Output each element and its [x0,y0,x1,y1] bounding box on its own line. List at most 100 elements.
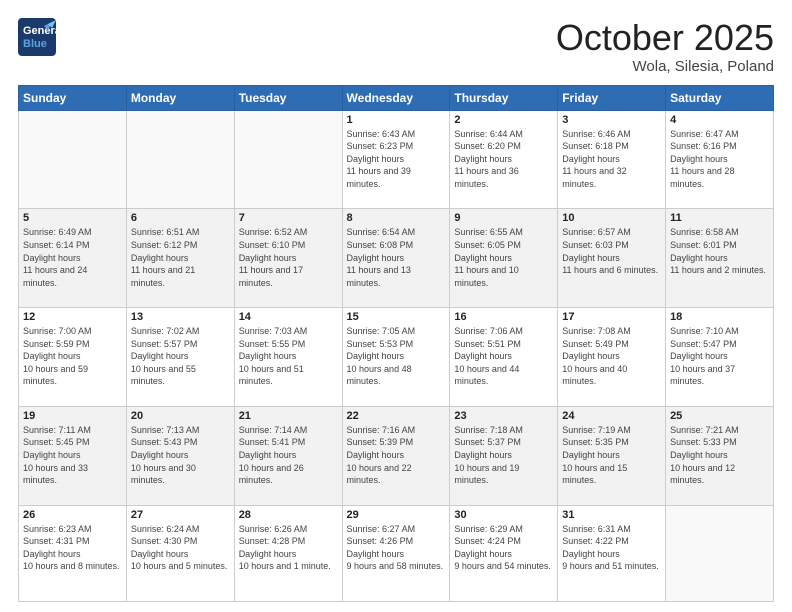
cell-info: Sunrise: 7:19 AMSunset: 5:35 PMDaylight … [562,424,661,487]
calendar-header-row: Sunday Monday Tuesday Wednesday Thursday… [19,85,774,110]
table-row: 14 Sunrise: 7:03 AMSunset: 5:55 PMDayligh… [234,308,342,407]
cell-info: Sunrise: 7:21 AMSunset: 5:33 PMDaylight … [670,424,769,487]
cell-info: Sunrise: 6:27 AMSunset: 4:26 PMDaylight … [347,523,446,573]
title-section: October 2025 Wola, Silesia, Poland [556,18,774,75]
calendar-week-row: 5 Sunrise: 6:49 AMSunset: 6:14 PMDaylight… [19,209,774,308]
cell-day-number: 7 [239,212,338,224]
table-row: 16 Sunrise: 7:06 AMSunset: 5:51 PMDayligh… [450,308,558,407]
cell-info: Sunrise: 7:18 AMSunset: 5:37 PMDaylight … [454,424,553,487]
cell-info: Sunrise: 6:51 AMSunset: 6:12 PMDaylight … [131,226,230,289]
col-wednesday: Wednesday [342,85,450,110]
cell-day-number: 22 [347,410,446,422]
cell-info: Sunrise: 6:52 AMSunset: 6:10 PMDaylight … [239,226,338,289]
cell-day-number: 31 [562,509,661,521]
table-row: 4 Sunrise: 6:47 AMSunset: 6:16 PMDaylight… [666,110,774,209]
cell-day-number: 10 [562,212,661,224]
cell-info: Sunrise: 7:02 AMSunset: 5:57 PMDaylight … [131,325,230,388]
cell-info: Sunrise: 7:10 AMSunset: 5:47 PMDaylight … [670,325,769,388]
table-row: 10 Sunrise: 6:57 AMSunset: 6:03 PMDayligh… [558,209,666,308]
cell-info: Sunrise: 7:06 AMSunset: 5:51 PMDaylight … [454,325,553,388]
table-row: 27 Sunrise: 6:24 AMSunset: 4:30 PMDayligh… [126,505,234,601]
cell-info: Sunrise: 7:11 AMSunset: 5:45 PMDaylight … [23,424,122,487]
cell-day-number: 28 [239,509,338,521]
table-row [19,110,127,209]
cell-info: Sunrise: 6:49 AMSunset: 6:14 PMDaylight … [23,226,122,289]
table-row: 21Sunrise: 7:14 AMSunset: 5:41 PMDayligh… [234,406,342,505]
cell-info: Sunrise: 6:23 AMSunset: 4:31 PMDaylight … [23,523,122,573]
calendar-week-row: 26Sunrise: 6:23 AMSunset: 4:31 PMDayligh… [19,505,774,601]
cell-info: Sunrise: 7:08 AMSunset: 5:49 PMDaylight … [562,325,661,388]
col-sunday: Sunday [19,85,127,110]
col-saturday: Saturday [666,85,774,110]
cell-day-number: 12 [23,311,122,323]
table-row: 11 Sunrise: 6:58 AMSunset: 6:01 PMDayligh… [666,209,774,308]
cell-day-number: 2 [454,114,553,126]
calendar-week-row: 1Sunrise: 6:43 AMSunset: 6:23 PMDaylight… [19,110,774,209]
table-row: 3 Sunrise: 6:46 AMSunset: 6:18 PMDaylight… [558,110,666,209]
cell-day-number: 18 [670,311,769,323]
header: General Blue October 2025 Wola, Silesia,… [18,18,774,75]
cell-info: Sunrise: 6:54 AMSunset: 6:08 PMDaylight … [347,226,446,289]
table-row: 20Sunrise: 7:13 AMSunset: 5:43 PMDayligh… [126,406,234,505]
col-monday: Monday [126,85,234,110]
cell-info: Sunrise: 6:57 AMSunset: 6:03 PMDaylight … [562,226,661,276]
cell-day-number: 24 [562,410,661,422]
col-thursday: Thursday [450,85,558,110]
table-row: 29 Sunrise: 6:27 AMSunset: 4:26 PMDayligh… [342,505,450,601]
table-row: 8Sunrise: 6:54 AMSunset: 6:08 PMDaylight… [342,209,450,308]
cell-day-number: 19 [23,410,122,422]
cell-info: Sunrise: 6:46 AMSunset: 6:18 PMDaylight … [562,128,661,191]
cell-info: Sunrise: 7:16 AMSunset: 5:39 PMDaylight … [347,424,446,487]
table-row: 18 Sunrise: 7:10 AMSunset: 5:47 PMDayligh… [666,308,774,407]
logo: General Blue [18,18,60,61]
cell-info: Sunrise: 6:29 AMSunset: 4:24 PMDaylight … [454,523,553,573]
cell-day-number: 14 [239,311,338,323]
table-row: 19 Sunrise: 7:11 AMSunset: 5:45 PMDayligh… [19,406,127,505]
table-row: 28 Sunrise: 6:26 AMSunset: 4:28 PMDayligh… [234,505,342,601]
cell-info: Sunrise: 7:00 AMSunset: 5:59 PMDaylight … [23,325,122,388]
cell-day-number: 3 [562,114,661,126]
cell-info: Sunrise: 6:47 AMSunset: 6:16 PMDaylight … [670,128,769,191]
table-row [666,505,774,601]
table-row: 31Sunrise: 6:31 AMSunset: 4:22 PMDayligh… [558,505,666,601]
cell-info: Sunrise: 6:58 AMSunset: 6:01 PMDaylight … [670,226,769,276]
cell-day-number: 9 [454,212,553,224]
cell-info: Sunrise: 7:14 AMSunset: 5:41 PMDaylight … [239,424,338,487]
table-row: 13Sunrise: 7:02 AMSunset: 5:57 PMDayligh… [126,308,234,407]
table-row: 23Sunrise: 7:18 AMSunset: 5:37 PMDayligh… [450,406,558,505]
cell-day-number: 5 [23,212,122,224]
calendar: Sunday Monday Tuesday Wednesday Thursday… [18,85,774,602]
logo-icon: General Blue [18,18,56,56]
month-title: October 2025 [556,18,774,58]
table-row: 30 Sunrise: 6:29 AMSunset: 4:24 PMDayligh… [450,505,558,601]
cell-info: Sunrise: 6:43 AMSunset: 6:23 PMDaylight … [347,128,446,191]
cell-day-number: 15 [347,311,446,323]
page: General Blue October 2025 Wola, Silesia,… [0,0,792,612]
table-row: 1Sunrise: 6:43 AMSunset: 6:23 PMDaylight… [342,110,450,209]
cell-info: Sunrise: 6:26 AMSunset: 4:28 PMDaylight … [239,523,338,573]
calendar-week-row: 12 Sunrise: 7:00 AMSunset: 5:59 PMDayligh… [19,308,774,407]
cell-day-number: 16 [454,311,553,323]
col-tuesday: Tuesday [234,85,342,110]
table-row: 2 Sunrise: 6:44 AMSunset: 6:20 PMDaylight… [450,110,558,209]
cell-info: Sunrise: 6:44 AMSunset: 6:20 PMDaylight … [454,128,553,191]
cell-day-number: 29 [347,509,446,521]
table-row: 12 Sunrise: 7:00 AMSunset: 5:59 PMDayligh… [19,308,127,407]
cell-day-number: 27 [131,509,230,521]
svg-text:Blue: Blue [23,38,47,50]
table-row: 9 Sunrise: 6:55 AMSunset: 6:05 PMDaylight… [450,209,558,308]
calendar-week-row: 19 Sunrise: 7:11 AMSunset: 5:45 PMDayligh… [19,406,774,505]
table-row: 25Sunrise: 7:21 AMSunset: 5:33 PMDayligh… [666,406,774,505]
col-friday: Friday [558,85,666,110]
cell-day-number: 11 [670,212,769,224]
location: Wola, Silesia, Poland [556,58,774,75]
table-row: 15 Sunrise: 7:05 AMSunset: 5:53 PMDayligh… [342,308,450,407]
cell-day-number: 30 [454,509,553,521]
cell-info: Sunrise: 6:24 AMSunset: 4:30 PMDaylight … [131,523,230,573]
cell-info: Sunrise: 7:13 AMSunset: 5:43 PMDaylight … [131,424,230,487]
cell-day-number: 4 [670,114,769,126]
table-row: 17Sunrise: 7:08 AMSunset: 5:49 PMDayligh… [558,308,666,407]
cell-info: Sunrise: 7:03 AMSunset: 5:55 PMDaylight … [239,325,338,388]
cell-info: Sunrise: 7:05 AMSunset: 5:53 PMDaylight … [347,325,446,388]
cell-info: Sunrise: 6:55 AMSunset: 6:05 PMDaylight … [454,226,553,289]
